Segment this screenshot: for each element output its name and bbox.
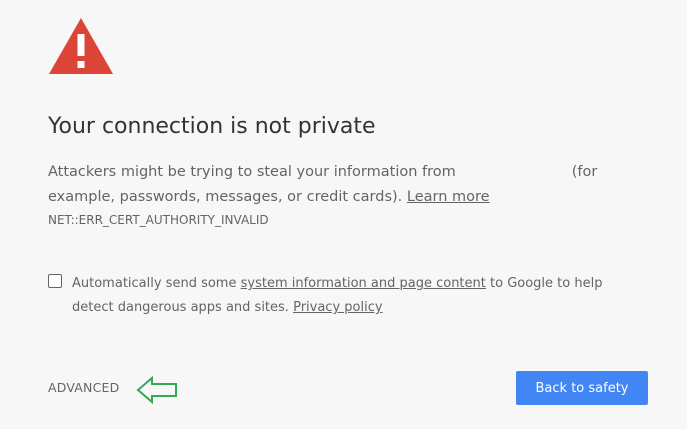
interstitial-page: Your connection is not private Attackers… xyxy=(0,0,687,429)
system-info-link[interactable]: system information and page content xyxy=(241,276,486,291)
description-text: Attackers might be trying to steal your … xyxy=(48,164,456,180)
green-arrow-left-icon xyxy=(136,376,177,404)
page-title: Your connection is not private xyxy=(48,114,376,139)
warning-triangle-icon xyxy=(49,18,113,74)
report-text: Automatically send some system informati… xyxy=(72,272,642,320)
warning-description: Attackers might be trying to steal your … xyxy=(48,160,638,209)
report-text-before: Automatically send some xyxy=(72,276,237,291)
error-code: NET::ERR_CERT_AUTHORITY_INVALID xyxy=(48,213,269,227)
back-to-safety-button[interactable]: Back to safety xyxy=(516,371,648,405)
privacy-policy-link[interactable]: Privacy policy xyxy=(293,300,382,315)
learn-more-link[interactable]: Learn more xyxy=(407,189,490,205)
report-checkbox[interactable] xyxy=(48,274,62,288)
advanced-button[interactable]: ADVANCED xyxy=(48,380,119,395)
